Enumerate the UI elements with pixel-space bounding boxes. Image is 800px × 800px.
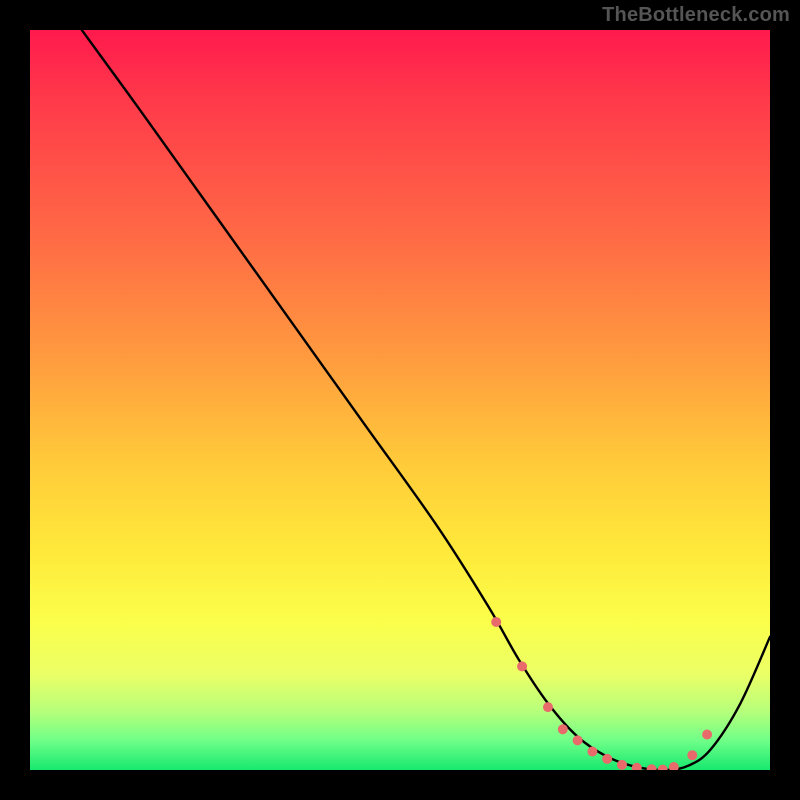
marker-point	[617, 760, 627, 770]
curve-markers	[491, 617, 712, 770]
marker-point	[658, 765, 668, 770]
marker-point	[543, 702, 553, 712]
marker-point	[669, 762, 679, 770]
plot-inner	[30, 30, 770, 770]
marker-point	[491, 617, 501, 627]
chart-frame: TheBottleneck.com	[0, 0, 800, 800]
marker-point	[602, 754, 612, 764]
watermark-text: TheBottleneck.com	[602, 4, 790, 27]
marker-point	[632, 763, 642, 770]
plot-area	[30, 30, 770, 770]
marker-point	[702, 729, 712, 739]
marker-point	[573, 735, 583, 745]
marker-point	[687, 750, 697, 760]
curve-svg	[30, 30, 770, 770]
bottleneck-curve	[82, 30, 770, 770]
marker-point	[558, 724, 568, 734]
marker-point	[517, 661, 527, 671]
marker-point	[647, 764, 657, 770]
marker-point	[587, 747, 597, 757]
